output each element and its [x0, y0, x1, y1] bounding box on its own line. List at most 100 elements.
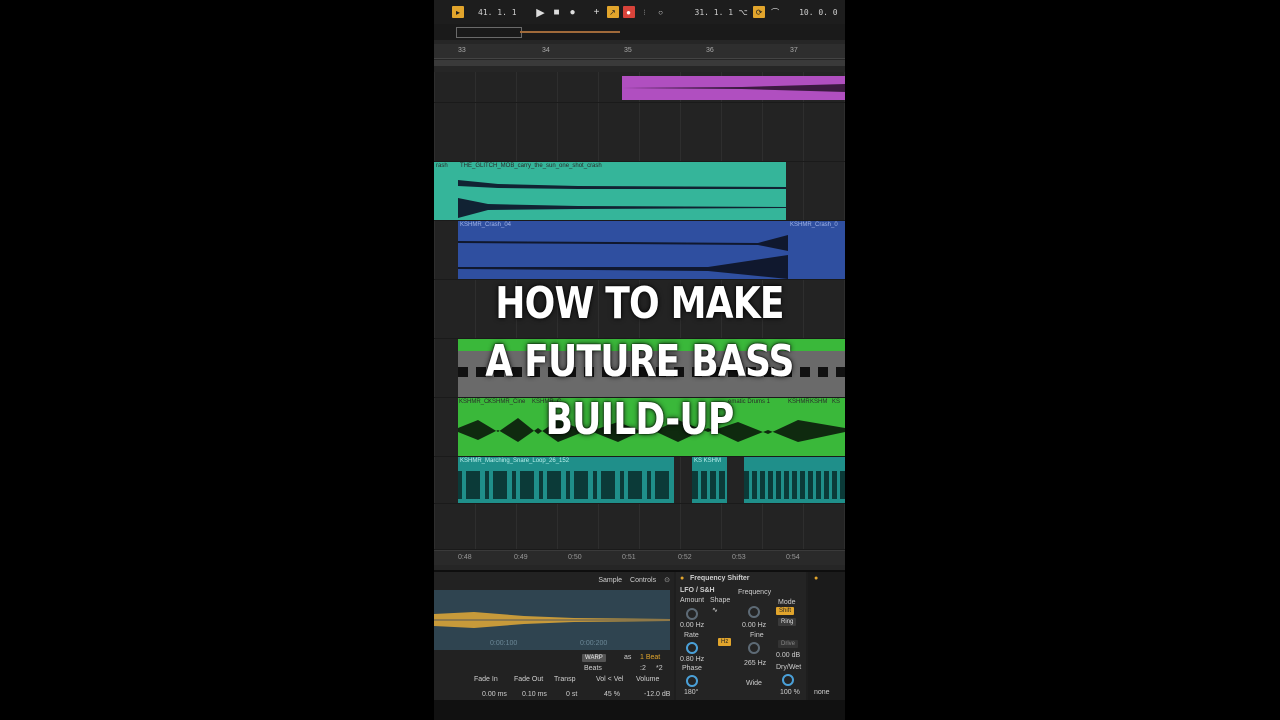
- clip-marching-right[interactable]: [744, 457, 845, 503]
- hz-button[interactable]: Hz: [718, 638, 732, 646]
- record-icon[interactable]: ●: [567, 6, 579, 18]
- phase-knob[interactable]: [686, 675, 698, 687]
- punch-in-icon[interactable]: ⌥: [737, 6, 749, 18]
- loop-length[interactable]: 10. 0. 0: [799, 8, 838, 17]
- amount-label: Amount: [680, 597, 705, 604]
- title-line: A FUTURE BASS: [485, 336, 794, 387]
- next-device: ● none: [808, 572, 845, 702]
- fadeout-value[interactable]: 0.10 ms: [522, 691, 547, 698]
- drywet-knob[interactable]: [782, 674, 794, 686]
- fine-knob[interactable]: [748, 642, 760, 654]
- amount-knob[interactable]: [686, 608, 698, 620]
- time-mark: 0:53: [732, 554, 746, 561]
- warp-x-label: as: [624, 654, 632, 661]
- bar-number: 36: [706, 47, 714, 54]
- fine-value: 265 Hz: [744, 660, 767, 667]
- transp-value[interactable]: 0 st: [566, 691, 577, 698]
- lfo-title: LFO / S&H: [680, 587, 715, 594]
- track-lane-empty[interactable]: [434, 103, 845, 162]
- clip-sweep[interactable]: [622, 76, 845, 100]
- clip-crash-left[interactable]: rash: [434, 162, 458, 220]
- phase-value: 180°: [684, 689, 699, 696]
- device-power-icon[interactable]: ●: [814, 575, 818, 582]
- clip-marching-snare[interactable]: KSHMR_Marching_Snare_Loop_26_152: [458, 457, 674, 503]
- time-mark: 0:50: [568, 554, 582, 561]
- fadein-value[interactable]: 0.00 ms: [482, 691, 507, 698]
- volvel-value[interactable]: 45 %: [604, 691, 620, 698]
- drywet-label: Dry/Wet: [776, 664, 802, 671]
- transp-label: Transp: [554, 676, 576, 683]
- rate-label: Rate: [684, 632, 699, 639]
- drive-value: 0.00 dB: [776, 652, 801, 659]
- frequency-knob[interactable]: [748, 606, 760, 618]
- transport-bar: ▸ 41. 1. 1 ▶ ■ ● + ↗ ● ⁝ ○ 31. 1. 1 ⌥ ⟳ …: [434, 0, 845, 24]
- clip-marching-mid[interactable]: KS KSHM: [692, 457, 727, 503]
- clip-crash-main[interactable]: THE_GLITCH_MOB_carry_the_sun_one_shot_cr…: [458, 162, 786, 220]
- device-title: Frequency Shifter: [690, 575, 750, 582]
- amount-value: 0.00 Hz: [680, 622, 705, 629]
- sample-time-left: 0:00:100: [490, 640, 518, 647]
- device-power-icon[interactable]: ●: [680, 575, 684, 582]
- warp-mode[interactable]: Beats: [584, 665, 602, 672]
- warp-button[interactable]: WARP: [582, 654, 606, 662]
- bar-ruler[interactable]: 33 34 35 36 37: [434, 44, 845, 59]
- loop-switch-icon[interactable]: ⟳: [753, 6, 766, 18]
- volume-value[interactable]: -12.0 dB: [644, 691, 670, 698]
- beat-value[interactable]: 1 Beat: [640, 654, 660, 661]
- overview-viewport[interactable]: [456, 27, 522, 38]
- track-lane-crash[interactable]: rash THE_GLITCH_MOB_carry_the_sun_one_sh…: [434, 162, 845, 221]
- sample-time-right: 0:00:200: [580, 640, 608, 647]
- sample-waveform-display[interactable]: 0:00:100 0:00:200: [434, 590, 670, 650]
- fold-icon[interactable]: ⊙: [664, 576, 670, 584]
- overview-loop-bar: [520, 31, 620, 33]
- volvel-label: Vol < Vel: [596, 676, 624, 683]
- ruler-divider: [434, 60, 845, 66]
- tab-controls[interactable]: Controls: [630, 577, 656, 584]
- follow-icon[interactable]: ▸: [452, 6, 464, 18]
- bar-number: 35: [624, 47, 632, 54]
- none-label[interactable]: none: [814, 689, 830, 696]
- ring-button[interactable]: Ring: [778, 618, 797, 626]
- half-button[interactable]: :2: [640, 665, 646, 672]
- shape-label: Shape: [710, 597, 731, 604]
- wide-label[interactable]: Wide: [746, 680, 762, 687]
- bar-number: 37: [790, 47, 798, 54]
- track-lane-kshmr-crash[interactable]: KSHMR_Crash_04 KSHMR_Crash_0: [434, 221, 845, 280]
- session-record-icon[interactable]: ●: [622, 6, 635, 18]
- clip-waveform: [458, 180, 786, 218]
- time-mark: 0:54: [786, 554, 800, 561]
- play-icon[interactable]: ▶: [535, 6, 547, 19]
- clip-kshmr-crash-right[interactable]: KSHMR_Crash_0: [788, 221, 845, 279]
- punch-out-icon[interactable]: ⌒: [769, 6, 781, 18]
- stop-icon[interactable]: ■: [551, 6, 563, 18]
- arrangement-overview[interactable]: [434, 24, 845, 40]
- midi-overdub-icon[interactable]: ⁝: [639, 6, 651, 18]
- tab-sample[interactable]: Sample: [598, 577, 622, 584]
- time-mark: 0:48: [458, 554, 472, 561]
- bar-number: 34: [542, 47, 550, 54]
- double-button[interactable]: *2: [656, 665, 663, 672]
- automation-arm-icon[interactable]: ↗: [606, 6, 619, 18]
- track-lane-sweep[interactable]: [434, 72, 845, 103]
- clip-label: KSHMR_Crash_0: [790, 222, 838, 228]
- time-ruler[interactable]: 0:48 0:49 0:50 0:51 0:52 0:53 0:54: [434, 550, 845, 565]
- frequency-shifter-device: ● Frequency Shifter LFO / S&H Amount Sha…: [676, 572, 806, 702]
- drive-button[interactable]: Drive: [778, 640, 799, 648]
- add-icon[interactable]: +: [591, 6, 603, 18]
- volume-label: Volume: [636, 676, 660, 683]
- video-title: HOW TO MAKE A FUTURE BASS BUILD-UP: [471, 275, 808, 449]
- clip-waveform: [458, 235, 788, 279]
- rate-knob[interactable]: [686, 642, 698, 654]
- loop-start[interactable]: 31. 1. 1: [695, 8, 734, 17]
- track-lane-empty-3[interactable]: [434, 504, 845, 550]
- loop-circle-icon[interactable]: ○: [655, 6, 667, 18]
- clip-waveform: [622, 84, 845, 92]
- clip-kshmr-crash[interactable]: KSHMR_Crash_04: [458, 221, 788, 279]
- rate-value: 0.80 Hz: [680, 656, 705, 663]
- title-line: HOW TO MAKE: [495, 278, 784, 329]
- shift-button[interactable]: Shift: [776, 607, 795, 615]
- device-view: Sample Controls ⊙ 0:00:100 0:00:200 WARP…: [434, 570, 845, 702]
- track-lane-marching[interactable]: KSHMR_Marching_Snare_Loop_26_152 KS KSHM: [434, 457, 845, 504]
- shape-icon[interactable]: ∿: [712, 606, 718, 614]
- song-position[interactable]: 41. 1. 1: [478, 8, 517, 17]
